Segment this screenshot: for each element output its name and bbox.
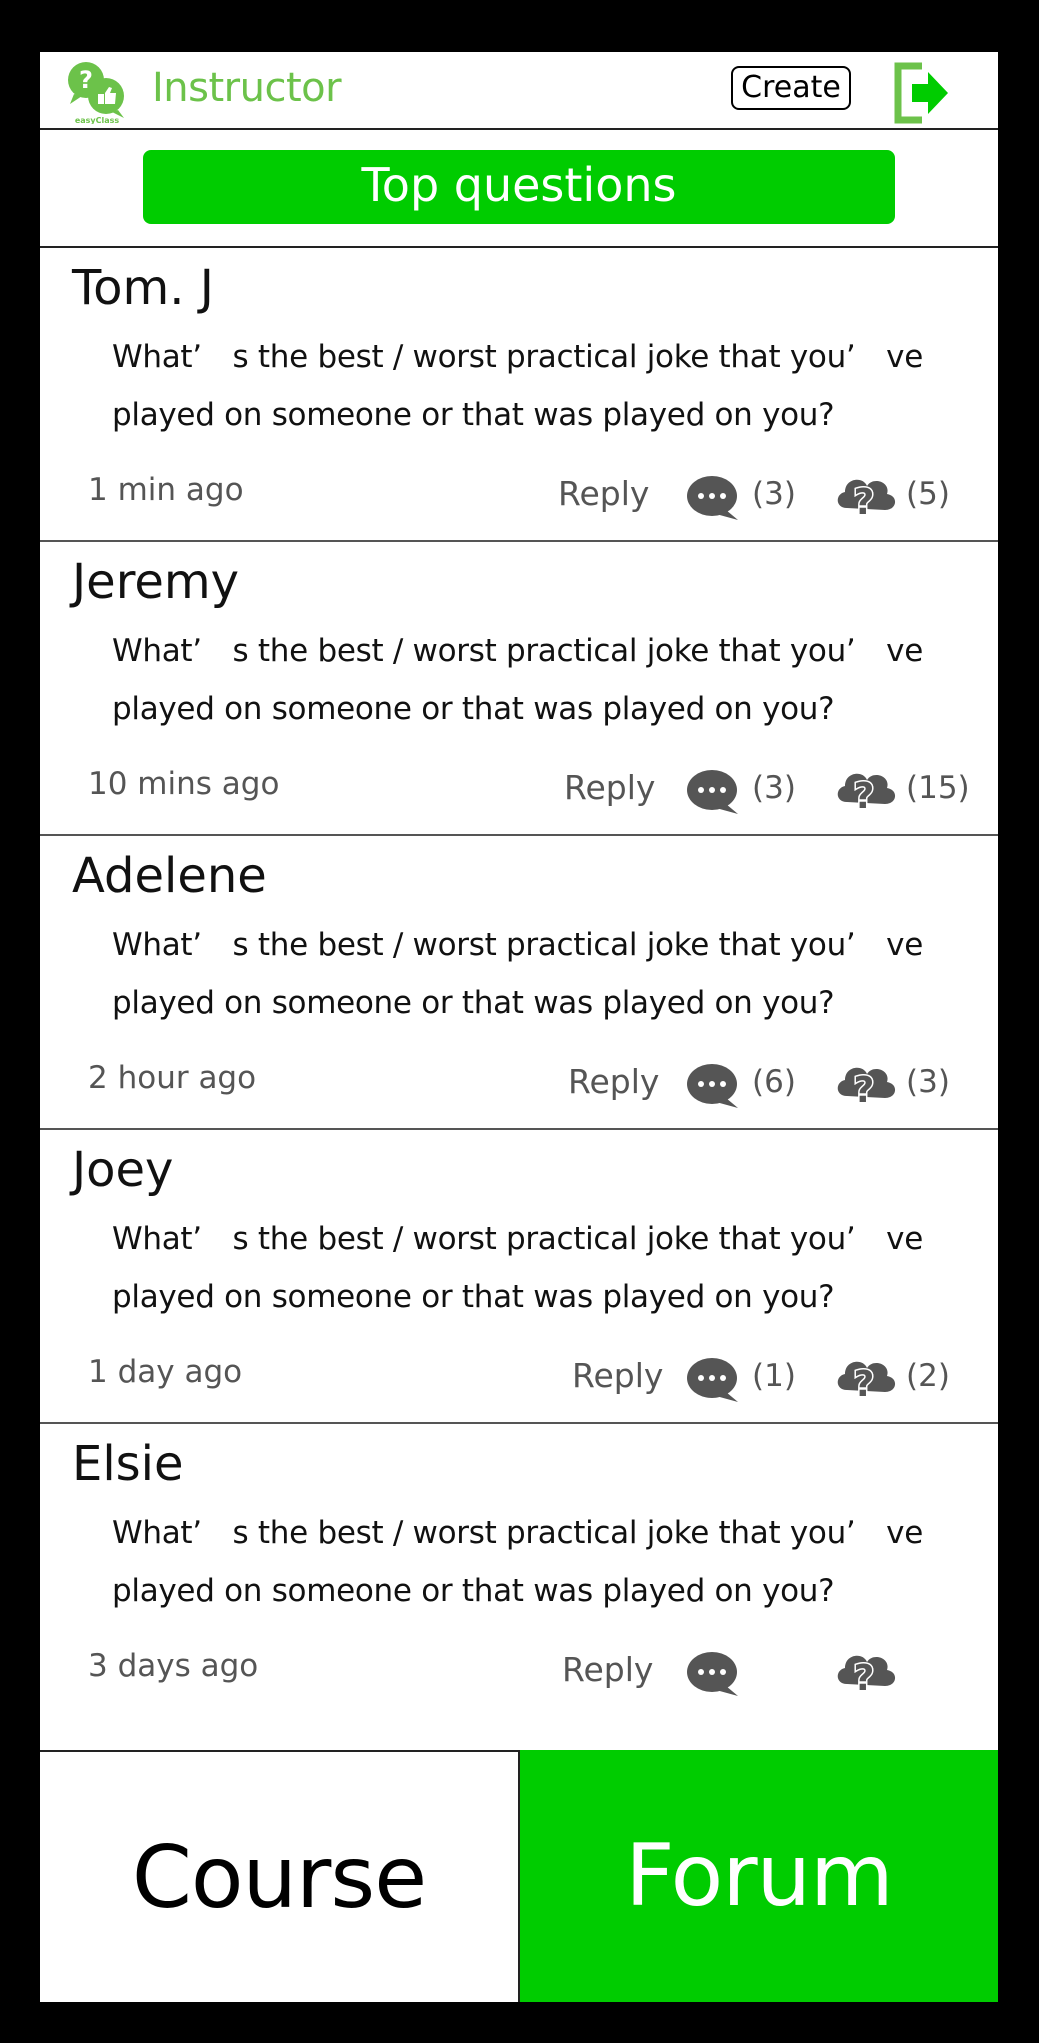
top-questions-banner[interactable]: Top questions	[143, 150, 895, 224]
svg-text:?: ?	[854, 1364, 875, 1404]
reply-button[interactable]: Reply	[572, 1356, 663, 1396]
question-author: Joey	[72, 1142, 174, 1198]
comment-count: (3)	[752, 476, 796, 512]
question-author: Tom. J	[72, 260, 214, 316]
reply-button[interactable]: Reply	[562, 1650, 653, 1690]
question-cloud-icon[interactable]: ?	[833, 1352, 899, 1404]
comment-bubble-icon[interactable]	[686, 1650, 740, 1696]
exit-icon[interactable]	[892, 60, 950, 126]
comment-bubble-icon[interactable]	[686, 1356, 740, 1402]
app-screen: ? easyClass Instructor Create Top questi…	[40, 52, 998, 2002]
question-text: What’ s the best / worst practical joke …	[112, 1221, 924, 1315]
question-card: Elsie What’ s the best / worst practical…	[40, 1424, 998, 1750]
comment-count: (1)	[752, 1358, 796, 1394]
easyclass-logo-icon: ? easyClass	[68, 62, 124, 124]
question-time: 1 day ago	[88, 1354, 243, 1390]
nav-forum-tab[interactable]: Forum	[520, 1750, 998, 2002]
question-text: What’ s the best / worst practical joke …	[112, 927, 924, 1021]
svg-text:?: ?	[854, 1070, 875, 1110]
question-count: (3)	[906, 1064, 950, 1100]
comment-bubble-icon[interactable]	[686, 1062, 740, 1108]
question-time: 10 mins ago	[88, 766, 280, 802]
bottom-nav: Course Forum	[40, 1750, 998, 2002]
nav-course-label: Course	[131, 1828, 427, 1928]
question-card: Joey What’ s the best / worst practical …	[40, 1130, 998, 1424]
question-time: 3 days ago	[88, 1648, 259, 1684]
question-text: What’ s the best / worst practical joke …	[112, 339, 924, 433]
reply-button[interactable]: Reply	[564, 768, 655, 808]
reply-button[interactable]: Reply	[558, 474, 649, 514]
question-card: Jeremy What’ s the best / worst practica…	[40, 542, 998, 836]
question-cloud-icon[interactable]: ?	[833, 1058, 899, 1110]
question-count: (2)	[906, 1358, 950, 1394]
question-time: 1 min ago	[88, 472, 244, 508]
question-text: What’ s the best / worst practical joke …	[112, 1515, 924, 1609]
question-card: Adelene What’ s the best / worst practic…	[40, 836, 998, 1130]
question-cloud-icon[interactable]: ?	[833, 764, 899, 816]
question-author: Jeremy	[72, 554, 240, 610]
question-card: Tom. J What’ s the best / worst practica…	[40, 248, 998, 542]
question-count: (15)	[906, 770, 970, 806]
create-button[interactable]: Create	[731, 66, 851, 110]
question-cloud-icon[interactable]: ?	[833, 470, 899, 522]
reply-button[interactable]: Reply	[568, 1062, 659, 1102]
question-author: Elsie	[72, 1436, 184, 1492]
comment-count: (3)	[752, 770, 796, 806]
comment-bubble-icon[interactable]	[686, 768, 740, 814]
svg-text:?: ?	[854, 1658, 875, 1698]
svg-text:?: ?	[854, 776, 875, 816]
question-cloud-icon[interactable]: ?	[833, 1646, 899, 1698]
question-author: Adelene	[72, 848, 267, 904]
question-count: (5)	[906, 476, 950, 512]
comment-count: (6)	[752, 1064, 796, 1100]
nav-course-tab[interactable]: Course	[40, 1750, 518, 2002]
comment-bubble-icon[interactable]	[686, 474, 740, 520]
question-time: 2 hour ago	[88, 1060, 257, 1096]
nav-forum-label: Forum	[625, 1826, 894, 1926]
svg-text:?: ?	[854, 482, 875, 522]
logo-text: easyClass	[75, 116, 120, 124]
page-title: Instructor	[152, 65, 342, 111]
app-header: ? easyClass Instructor Create	[40, 52, 998, 130]
top-questions-section: Top questions	[40, 130, 998, 248]
question-text: What’ s the best / worst practical joke …	[112, 633, 924, 727]
